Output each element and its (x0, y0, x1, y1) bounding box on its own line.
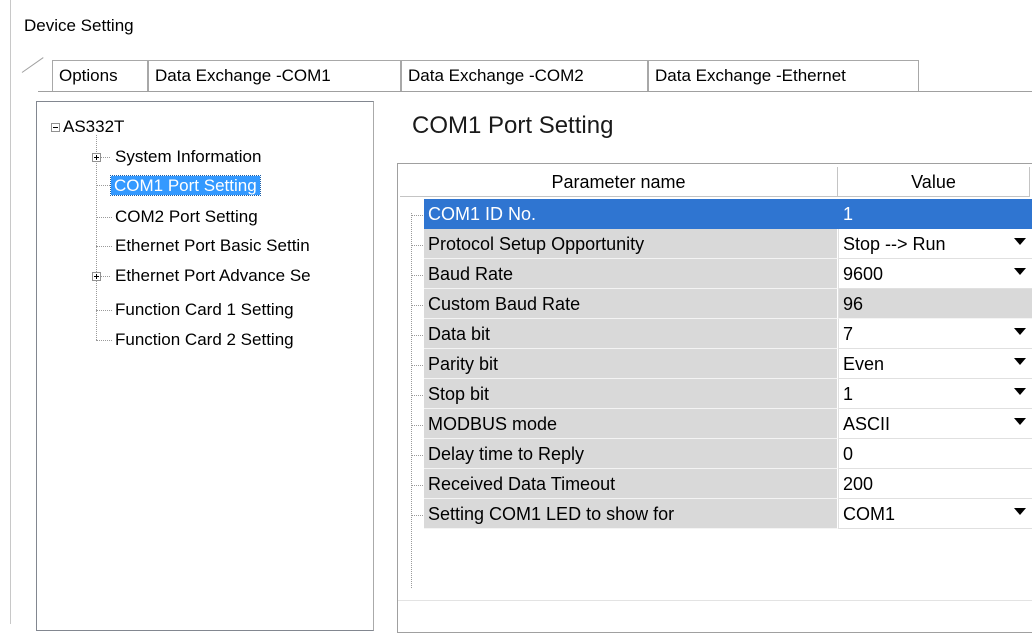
parameter-name-cell[interactable]: Stop bit (424, 379, 838, 409)
tree-item-label: Function Card 1 Setting (115, 300, 294, 319)
value-text: 96 (843, 294, 864, 314)
dropdown-arrow-icon[interactable] (1014, 358, 1026, 365)
grid-bottom-divider (398, 600, 1032, 601)
parameter-name-cell[interactable]: Custom Baud Rate (424, 289, 838, 319)
row-connector (411, 305, 423, 306)
row-connector (411, 455, 423, 456)
tab-data-exchange-ethernet[interactable]: Data Exchange -Ethernet (648, 60, 919, 91)
tree-connector-4 (96, 246, 112, 247)
value-dropdown[interactable]: Even (838, 349, 1032, 379)
grid-connector-vertical (411, 213, 412, 588)
tab-data-exchange-com2[interactable]: Data Exchange -COM2 (401, 60, 648, 91)
tree-connector-2 (96, 185, 112, 186)
dropdown-arrow-icon[interactable] (1014, 418, 1026, 425)
tree-item-label: Function Card 2 Setting (115, 330, 294, 349)
tree-root-node[interactable]: AS332T (63, 116, 124, 139)
row-connector (411, 335, 423, 336)
value-text: 9600 (843, 264, 884, 284)
value-text: ASCII (843, 414, 891, 434)
value-text: Even (843, 354, 885, 374)
value-field[interactable]: 96 (838, 289, 1032, 319)
row-connector (411, 245, 423, 246)
row-connector (411, 215, 423, 216)
dropdown-arrow-icon[interactable] (1014, 328, 1026, 335)
column-header-value[interactable]: Value (838, 167, 1030, 197)
value-field[interactable]: 1 (838, 199, 1032, 229)
value-text: 0 (843, 444, 854, 464)
tab-data-exchange-com1-label: Data Exchange -COM1 (155, 66, 331, 85)
tree-connector-3 (96, 217, 112, 218)
tree-item-label: Ethernet Port Basic Settin (115, 236, 310, 255)
tree-connector-6 (96, 310, 112, 311)
parameter-name-cell[interactable]: Delay time to Reply (424, 439, 838, 469)
value-text: 1 (843, 384, 854, 404)
value-field[interactable]: 200 (838, 469, 1032, 499)
value-field[interactable]: 0 (838, 439, 1032, 469)
parameter-name-cell[interactable]: COM1 ID No. (424, 199, 838, 229)
value-text: Stop --> Run (843, 234, 946, 254)
column-header-label: Value (911, 172, 956, 192)
tree-item-ethernet-port-advance[interactable]: Ethernet Port Advance Se (115, 265, 311, 288)
row-connector (411, 515, 423, 516)
tree-item-com2-port-setting[interactable]: COM2 Port Setting (115, 206, 258, 229)
window-title: Device Setting (24, 16, 134, 35)
window-left-border (10, 0, 11, 624)
tree-item-system-information[interactable]: System Information (115, 146, 261, 169)
row-connector (411, 485, 423, 486)
tree-item-com1-port-setting[interactable]: COM1 Port Setting (110, 175, 261, 198)
tree-item-system-information-expander[interactable] (92, 153, 101, 162)
tab-data-exchange-com2-label: Data Exchange -COM2 (408, 66, 584, 85)
tree-item-ethernet-port-advance-expander[interactable] (92, 272, 101, 281)
tab-options[interactable]: Options (52, 60, 148, 91)
value-dropdown[interactable]: 9600 (838, 259, 1032, 289)
tab-data-exchange-ethernet-label: Data Exchange -Ethernet (655, 66, 846, 85)
tree-item-label: COM2 Port Setting (115, 207, 258, 226)
value-text: 1 (843, 204, 854, 224)
parameter-name-cell[interactable]: Baud Rate (424, 259, 838, 289)
device-tree[interactable]: AS332T System Information COM1 Port Sett… (36, 101, 374, 631)
tree-item-ethernet-port-basic[interactable]: Ethernet Port Basic Settin (115, 235, 310, 258)
parameter-name-cell[interactable]: Protocol Setup Opportunity (424, 229, 838, 259)
parameter-name-cell[interactable]: Setting COM1 LED to show for (424, 499, 838, 529)
value-dropdown[interactable]: 7 (838, 319, 1032, 349)
parameter-name-cell[interactable]: Data bit (424, 319, 838, 349)
parameter-name-cell[interactable]: Received Data Timeout (424, 469, 838, 499)
tree-item-label: COM1 Port Setting (110, 175, 261, 196)
page-title: COM1 Port Setting (412, 112, 614, 139)
row-connector (411, 275, 423, 276)
value-text: 7 (843, 324, 854, 344)
tree-root-expander[interactable] (51, 123, 60, 132)
value-text: 200 (843, 474, 874, 494)
value-dropdown[interactable]: COM1 (838, 499, 1032, 529)
dropdown-arrow-icon[interactable] (1014, 238, 1026, 245)
column-header-parameter-name[interactable]: Parameter name (400, 167, 838, 197)
row-connector (411, 395, 423, 396)
dropdown-arrow-icon[interactable] (1014, 508, 1026, 515)
tree-connector-7 (96, 340, 112, 341)
dropdown-arrow-icon[interactable] (1014, 268, 1026, 275)
column-header-label: Parameter name (551, 172, 686, 192)
value-dropdown[interactable]: 1 (838, 379, 1032, 409)
value-dropdown[interactable]: ASCII (838, 409, 1032, 439)
tree-item-label: Ethernet Port Advance Se (115, 266, 311, 285)
dropdown-arrow-icon[interactable] (1014, 388, 1026, 395)
value-text: COM1 (843, 504, 896, 524)
tab-options-label: Options (59, 66, 118, 85)
tab-data-exchange-com1[interactable]: Data Exchange -COM1 (148, 60, 401, 91)
tree-root-label: AS332T (63, 117, 125, 136)
tree-item-function-card-1[interactable]: Function Card 1 Setting (115, 299, 294, 322)
tree-item-function-card-2[interactable]: Function Card 2 Setting (115, 329, 294, 352)
row-connector (411, 365, 423, 366)
tree-item-label: System Information (115, 147, 262, 166)
parameter-name-cell[interactable]: MODBUS mode (424, 409, 838, 439)
value-dropdown[interactable]: Stop --> Run (838, 229, 1032, 259)
tab-baseline (38, 91, 1032, 92)
row-connector (411, 425, 423, 426)
parameter-name-cell[interactable]: Parity bit (424, 349, 838, 379)
